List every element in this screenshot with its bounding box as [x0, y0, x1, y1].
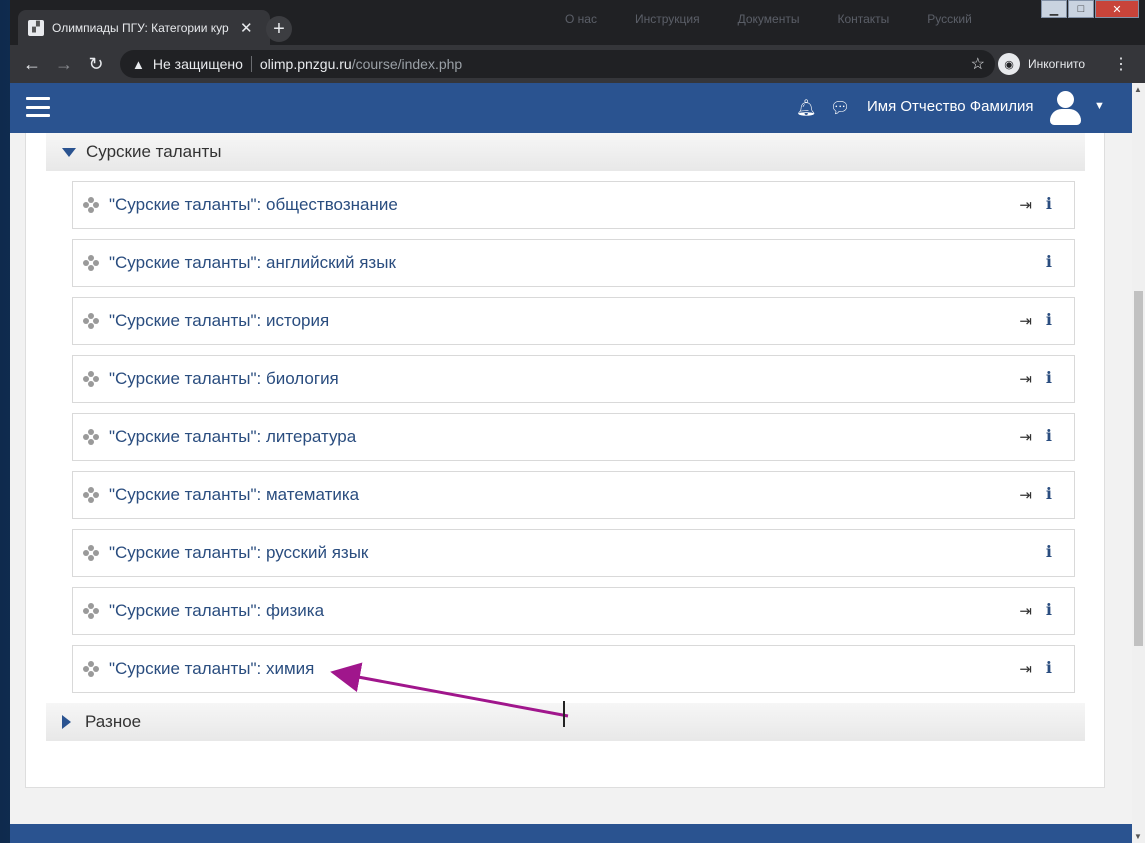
incognito-label: Инкогнито [1028, 57, 1086, 71]
ghost-link: Контакты [837, 12, 890, 26]
scroll-down-icon[interactable]: ▼ [1134, 832, 1142, 841]
background-page-links: О нас Инструкция Документы Контакты Русс… [565, 12, 972, 26]
course-row[interactable]: "Сурские таланты": английский язык i [72, 239, 1075, 287]
ghost-link: О нас [565, 12, 597, 26]
notification-bell-icon[interactable]: 🔔︎ [796, 98, 816, 118]
course-icon [83, 661, 99, 677]
browser-menu-icon[interactable]: ⋮ [1113, 54, 1129, 74]
incognito-icon: ◉ [998, 53, 1020, 75]
course-link[interactable]: "Сурские таланты": химия [109, 659, 314, 679]
course-link[interactable]: "Сурские таланты": математика [109, 485, 359, 505]
browser-tab[interactable]: ▞ Олимпиады ПГУ: Категории кур ✕ [18, 10, 270, 45]
course-link[interactable]: "Сурские таланты": русский язык [109, 543, 368, 563]
info-icon[interactable]: i [1046, 426, 1052, 445]
tab-title: Олимпиады ПГУ: Категории кур [52, 20, 229, 35]
forward-arrow-icon[interactable]: → [48, 54, 80, 75]
back-arrow-icon[interactable]: ← [16, 54, 48, 75]
chevron-down-icon[interactable]: ▼ [1094, 100, 1105, 112]
address-bar[interactable]: ▲ Не защищено olimp.pnzgu.ru /course/ind… [120, 50, 995, 78]
url-path[interactable]: /course/index.php [352, 56, 463, 72]
course-row[interactable]: "Сурские таланты": физика ⇥ i [72, 587, 1075, 635]
maximize-button[interactable]: □ [1068, 0, 1094, 18]
course-link[interactable]: "Сурские таланты": английский язык [109, 253, 396, 273]
new-tab-button[interactable]: + [266, 16, 292, 42]
course-link[interactable]: "Сурские таланты": литература [109, 427, 356, 447]
site-footer [10, 824, 1132, 843]
ghost-link: Русский [927, 12, 972, 26]
info-icon[interactable]: i [1046, 600, 1052, 619]
course-row[interactable]: "Сурские таланты": биология ⇥ i [72, 355, 1075, 403]
course-link[interactable]: "Сурские таланты": обществознание [109, 195, 398, 215]
course-row[interactable]: "Сурские таланты": литература ⇥ i [72, 413, 1075, 461]
bookmark-star-icon[interactable]: ☆ [971, 54, 985, 74]
ghost-link: Документы [737, 12, 800, 26]
scroll-thumb[interactable] [1134, 291, 1143, 646]
course-row[interactable]: "Сурские таланты": история ⇥ i [72, 297, 1075, 345]
reload-icon[interactable]: ↻ [80, 54, 112, 75]
self-enrol-icon[interactable]: ⇥ [1019, 196, 1032, 214]
course-icon [83, 197, 99, 213]
window-controls: ▁ □ ✕ [1041, 0, 1139, 18]
course-icon [83, 487, 99, 503]
category-header-surskie[interactable]: Сурские таланты [46, 133, 1085, 171]
course-row[interactable]: "Сурские таланты": математика ⇥ i [72, 471, 1075, 519]
course-categories-box: Сурские таланты "Сурские таланты": общес… [25, 133, 1105, 788]
course-link[interactable]: "Сурские таланты": история [109, 311, 329, 331]
user-menu-name[interactable]: Имя Отчество Фамилия [867, 98, 1033, 115]
not-secure-label[interactable]: Не защищено [153, 56, 243, 72]
expanded-triangle-icon[interactable] [62, 147, 76, 157]
course-link[interactable]: "Сурские таланты": биология [109, 369, 339, 389]
messages-icon[interactable]: 💬︎ [830, 98, 850, 118]
scroll-up-icon[interactable]: ▲ [1134, 85, 1142, 94]
ghost-link: Инструкция [634, 12, 700, 26]
web-page: 🔔︎ 💬︎ Имя Отчество Фамилия ▼ Сурские тал… [10, 83, 1132, 843]
course-row[interactable]: "Сурские таланты": химия ⇥ i [72, 645, 1075, 693]
browser-toolbar: ← → ↻ ▲ Не защищено olimp.pnzgu.ru /cour… [10, 45, 1145, 83]
course-list: "Сурские таланты": обществознание ⇥ i "Сурс… [72, 181, 1075, 703]
course-icon [83, 429, 99, 445]
hamburger-menu-icon[interactable] [26, 97, 50, 117]
self-enrol-icon[interactable]: ⇥ [1019, 602, 1032, 620]
warning-icon[interactable]: ▲ [132, 57, 145, 72]
tab-close-icon[interactable]: ✕ [240, 19, 253, 37]
self-enrol-icon[interactable]: ⇥ [1019, 312, 1032, 330]
tab-bar: ▞ Олимпиады ПГУ: Категории кур ✕ + О нас… [10, 0, 1145, 45]
info-icon[interactable]: i [1046, 310, 1052, 329]
info-icon[interactable]: i [1046, 252, 1052, 271]
site-favicon-icon: ▞ [28, 19, 44, 36]
course-icon [83, 371, 99, 387]
info-icon[interactable]: i [1046, 658, 1052, 677]
category-header-raznoe[interactable]: Разное [46, 703, 1085, 741]
self-enrol-icon[interactable]: ⇥ [1019, 486, 1032, 504]
minimize-button[interactable]: ▁ [1041, 0, 1067, 18]
course-icon [83, 255, 99, 271]
browser-window: ▞ Олимпиады ПГУ: Категории кур ✕ + О нас… [10, 0, 1145, 843]
avatar[interactable] [1048, 91, 1082, 125]
collapsed-triangle-icon[interactable] [62, 715, 71, 729]
page-scrollbar[interactable]: ▲ ▼ [1132, 83, 1145, 843]
incognito-badge[interactable]: ◉ Инкогнито [998, 52, 1085, 76]
text-cursor [563, 701, 565, 727]
course-row[interactable]: "Сурские таланты": русский язык i [72, 529, 1075, 577]
category-title[interactable]: Сурские таланты [86, 142, 221, 162]
self-enrol-icon[interactable]: ⇥ [1019, 370, 1032, 388]
info-icon[interactable]: i [1046, 542, 1052, 561]
course-icon [83, 313, 99, 329]
self-enrol-icon[interactable]: ⇥ [1019, 660, 1032, 678]
course-icon [83, 545, 99, 561]
course-link[interactable]: "Сурские таланты": физика [109, 601, 324, 621]
divider [250, 56, 252, 72]
url-host[interactable]: olimp.pnzgu.ru [260, 56, 352, 72]
self-enrol-icon[interactable]: ⇥ [1019, 428, 1032, 446]
info-icon[interactable]: i [1046, 368, 1052, 387]
course-row[interactable]: "Сурские таланты": обществознание ⇥ i [72, 181, 1075, 229]
site-navbar: 🔔︎ 💬︎ Имя Отчество Фамилия ▼ [10, 83, 1132, 133]
close-window-button[interactable]: ✕ [1095, 0, 1139, 18]
info-icon[interactable]: i [1046, 484, 1052, 503]
course-icon [83, 603, 99, 619]
category-title[interactable]: Разное [85, 712, 141, 732]
info-icon[interactable]: i [1046, 194, 1052, 213]
